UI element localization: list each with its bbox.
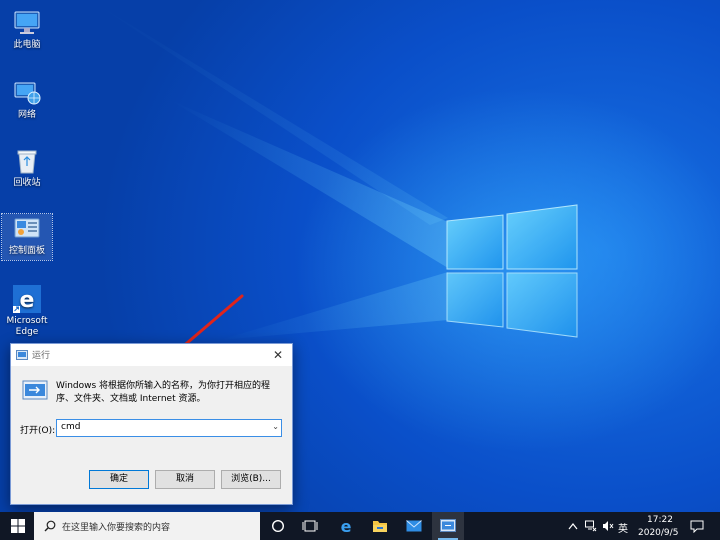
ime-indicator[interactable]: 英 [618,520,628,535]
edge-icon: e [341,518,352,534]
chevron-up-icon[interactable] [568,522,578,530]
network-icon [14,82,41,105]
recycle-bin-icon [17,150,37,174]
run-app-icon [440,519,456,532]
run-program-icon [22,380,48,400]
taskbar-search-box[interactable]: 在这里输入你要搜索的内容 [34,512,260,540]
open-label: 打开(O): [20,426,56,436]
edge-browser-icon: e [13,285,41,313]
volume-icon[interactable] [602,520,614,532]
run-app-icon [16,350,28,360]
desktop-icon-control-panel[interactable]: 控制面板 [1,213,53,261]
run-dialog-titlebar[interactable]: 运行 ✕ [11,344,292,366]
clock-time[interactable]: 17:22 [647,515,673,525]
desktop-icon-this-pc[interactable]: 此电脑 [2,8,52,51]
windows-logo-icon [11,519,25,533]
desktop-icon-label: 此电脑 [13,40,41,50]
task-view-icon [302,520,318,532]
taskbar-mail-button[interactable] [398,512,430,540]
start-button[interactable] [0,512,34,540]
windows-logo-graphic [446,204,578,338]
computer-icon [14,11,40,34]
desktop-icon-network[interactable]: 网络 [2,78,52,121]
taskbar-run-button[interactable] [432,512,464,540]
run-dialog-description: Windows 将根据你所输入的名称，为你打开相应的程序、文件夹、文档或 Int… [56,381,271,404]
taskbar-edge-button[interactable]: e [330,512,362,540]
desktop-icon-recycle-bin[interactable]: 回收站 [2,146,52,189]
svg-text:e: e [20,288,35,313]
task-view-button[interactable] [294,512,326,540]
taskbar-file-explorer-button[interactable] [364,512,396,540]
desktop-icon-label: 控制面板 [8,246,45,256]
clock-date[interactable]: 2020/9/5 [638,528,678,538]
cancel-button[interactable]: 取消 [155,470,215,489]
ok-button[interactable]: 确定 [89,470,149,489]
run-dialog-title: 运行 [32,351,51,361]
cortana-circle-icon [271,519,285,533]
notification-icon[interactable] [690,520,704,533]
search-placeholder: 在这里输入你要搜索的内容 [62,523,171,533]
desktop-icon-label: 网络 [17,110,36,120]
open-input[interactable]: cmd [61,422,80,432]
desktop-icon-edge[interactable]: e Microsoft Edge [2,284,52,338]
browse-button[interactable]: 浏览(B)... [221,470,281,489]
open-combobox[interactable]: cmd ⌄ [56,419,282,437]
desktop-icon-label: 回收站 [13,178,41,188]
mail-icon [406,520,422,532]
taskbar: 在这里输入你要搜索的内容 e 英 17:22 2020/9/5 [0,512,720,540]
chevron-down-icon[interactable]: ⌄ [272,422,279,431]
network-status-icon[interactable] [585,520,597,532]
svg-text:e: e [341,518,352,534]
desktop-icon-label: Microsoft Edge [6,316,48,337]
task-view-cortana-button[interactable] [262,512,294,540]
desktop-background: 此电脑 网络 回收站 控制面板 e Microsoft Edge 运行 ✕ Wi… [0,0,720,512]
run-dialog: 运行 ✕ Windows 将根据你所输入的名称，为你打开相应的程序、文件夹、文档… [10,343,293,505]
folder-icon [373,521,387,532]
control-panel-icon [14,218,40,238]
close-button[interactable]: ✕ [268,345,288,365]
search-icon [44,520,56,532]
